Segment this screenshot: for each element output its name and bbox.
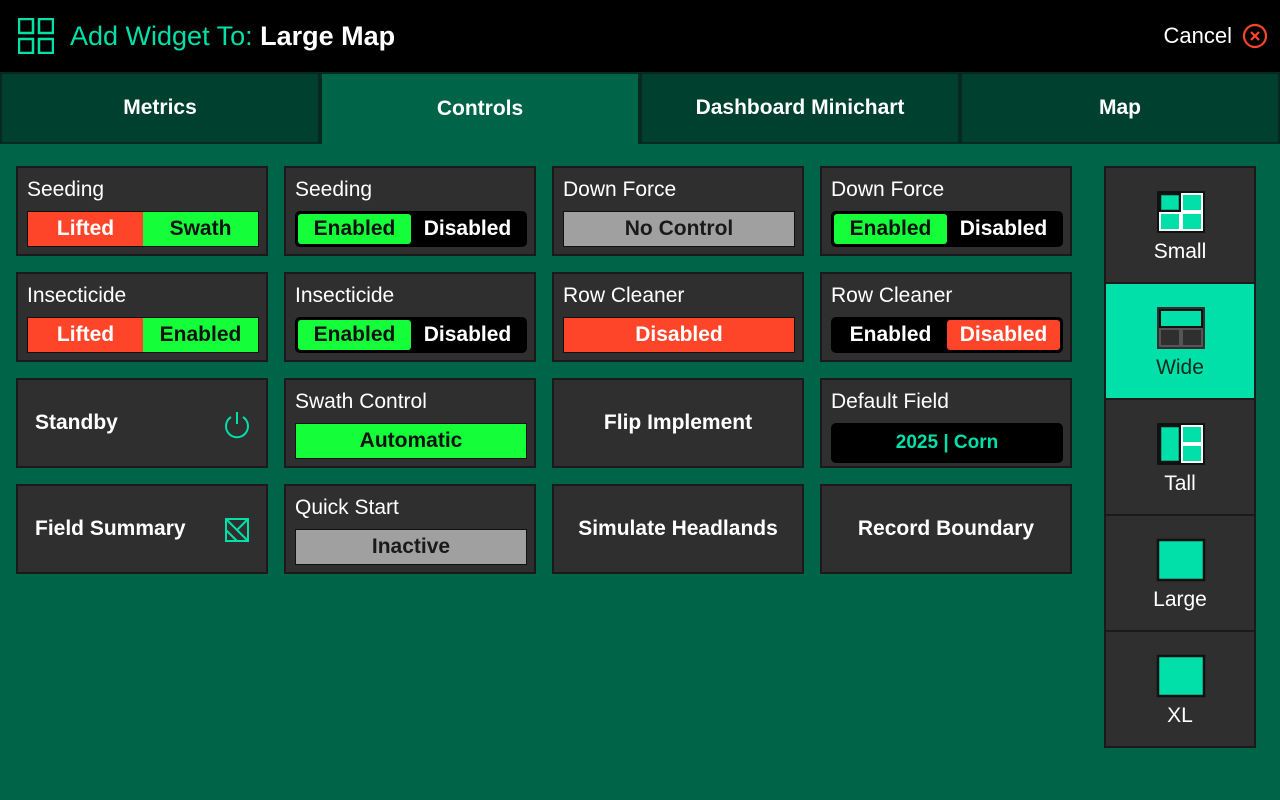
widget-label: Record Boundary	[857, 517, 1035, 540]
widget-downforce-enabled[interactable]: Down Force Enabled Disabled	[820, 166, 1072, 256]
widget-label: Standby	[35, 411, 118, 434]
power-icon	[225, 412, 249, 439]
state-enabled: Enabled	[834, 214, 947, 244]
widget-insecticide-lifted[interactable]: Insecticide Lifted Enabled	[16, 272, 268, 362]
state-disabled: Disabled	[947, 320, 1060, 350]
state-toggle: Lifted Enabled	[27, 317, 259, 353]
title-target: Large Map	[260, 21, 396, 51]
tab-metrics[interactable]: Metrics	[0, 72, 320, 144]
tab-controls[interactable]: Controls	[320, 72, 640, 144]
size-label: Tall	[1164, 472, 1196, 495]
state-disabled: Disabled	[947, 214, 1060, 244]
widget-title: Insecticide	[295, 284, 395, 307]
widget-insecticide-enabled[interactable]: Insecticide Enabled Disabled	[284, 272, 536, 362]
widget-flip-implement[interactable]: Flip Implement	[552, 378, 804, 468]
size-label: Large	[1153, 588, 1207, 611]
widget-rowcleaner-toggle[interactable]: Row Cleaner Enabled Disabled	[820, 272, 1072, 362]
state-disabled: Disabled	[411, 320, 524, 350]
state-toggle: Enabled Disabled	[831, 317, 1063, 353]
widget-title: Down Force	[563, 178, 677, 201]
state-lifted: Lifted	[28, 212, 143, 246]
state-value: Automatic	[295, 423, 527, 459]
size-small-button[interactable]: Small	[1106, 168, 1254, 282]
size-wide-button[interactable]: Wide	[1106, 284, 1254, 398]
tab-bar: Metrics Controls Dashboard Minichart Map	[0, 72, 1280, 144]
widget-title: Default Field	[831, 390, 949, 413]
state-toggle: Enabled Disabled	[295, 317, 527, 353]
field-crop: Corn	[953, 432, 999, 453]
state-toggle: Enabled Disabled	[831, 211, 1063, 247]
title-prefix: Add Widget To:	[70, 21, 253, 51]
tab-map[interactable]: Map	[960, 72, 1280, 144]
size-selector: Small Wide Tall Large XL	[1104, 166, 1256, 748]
size-small-icon	[1157, 191, 1205, 233]
widget-default-field[interactable]: Default Field 2025 | Corn	[820, 378, 1072, 468]
size-large-button[interactable]: Large	[1106, 516, 1254, 630]
cancel-button[interactable]: Cancel	[1164, 20, 1268, 52]
widget-label: Field Summary	[35, 517, 186, 540]
widget-downforce-nocontrol[interactable]: Down Force No Control	[552, 166, 804, 256]
widget-swath-control[interactable]: Swath Control Automatic	[284, 378, 536, 468]
widget-quick-start[interactable]: Quick Start Inactive	[284, 484, 536, 574]
widget-label: Flip Implement	[603, 411, 753, 434]
field-separator: |	[943, 432, 949, 453]
state-disabled: Disabled	[411, 214, 524, 244]
state-enabled: Enabled	[834, 320, 947, 350]
size-label: XL	[1167, 704, 1193, 727]
widget-title: Row Cleaner	[563, 284, 685, 307]
page-title: Add Widget To: Large Map	[70, 19, 395, 53]
state-enabled: Enabled	[298, 320, 411, 350]
widget-label: Simulate Headlands	[578, 517, 778, 540]
field-year: 2025	[895, 432, 939, 453]
grid-icon	[18, 18, 54, 54]
size-xl-button[interactable]: XL	[1106, 632, 1254, 746]
state-toggle: Enabled Disabled	[295, 211, 527, 247]
widget-field-summary[interactable]: Field Summary	[16, 484, 268, 574]
size-label: Wide	[1156, 356, 1204, 379]
widget-title: Seeding	[27, 178, 105, 201]
widget-title: Row Cleaner	[831, 284, 953, 307]
widget-title: Seeding	[295, 178, 373, 201]
state-enabled: Enabled	[143, 318, 258, 352]
state-toggle: Lifted Swath	[27, 211, 259, 247]
state-value: No Control	[563, 211, 795, 247]
state-swath: Swath	[143, 212, 258, 246]
size-xl-icon	[1156, 654, 1206, 698]
widget-standby[interactable]: Standby	[16, 378, 268, 468]
field-value: 2025 | Corn	[831, 423, 1063, 463]
header-bar: Add Widget To: Large Map Cancel	[0, 0, 1280, 72]
state-enabled: Enabled	[298, 214, 411, 244]
widget-seeding-lifted[interactable]: Seeding Lifted Swath	[16, 166, 268, 256]
widget-record-boundary[interactable]: Record Boundary	[820, 484, 1072, 574]
size-tall-icon	[1157, 423, 1205, 465]
cancel-label: Cancel	[1163, 23, 1232, 48]
widget-title: Insecticide	[27, 284, 127, 307]
size-tall-button[interactable]: Tall	[1106, 400, 1254, 514]
size-label: Small	[1153, 240, 1207, 263]
state-lifted: Lifted	[28, 318, 143, 352]
widget-title: Swath Control	[295, 390, 427, 413]
field-summary-icon	[225, 518, 249, 542]
widget-rowcleaner-disabled[interactable]: Row Cleaner Disabled	[552, 272, 804, 362]
tab-dashboard-minichart[interactable]: Dashboard Minichart	[640, 72, 960, 144]
state-value: Inactive	[295, 529, 527, 565]
widget-simulate-headlands[interactable]: Simulate Headlands	[552, 484, 804, 574]
widget-title: Down Force	[831, 178, 945, 201]
widget-title: Quick Start	[295, 496, 399, 519]
close-icon	[1242, 23, 1268, 49]
size-large-icon	[1156, 538, 1206, 582]
widget-seeding-enabled[interactable]: Seeding Enabled Disabled	[284, 166, 536, 256]
state-value: Disabled	[563, 317, 795, 353]
size-wide-icon	[1157, 307, 1205, 349]
